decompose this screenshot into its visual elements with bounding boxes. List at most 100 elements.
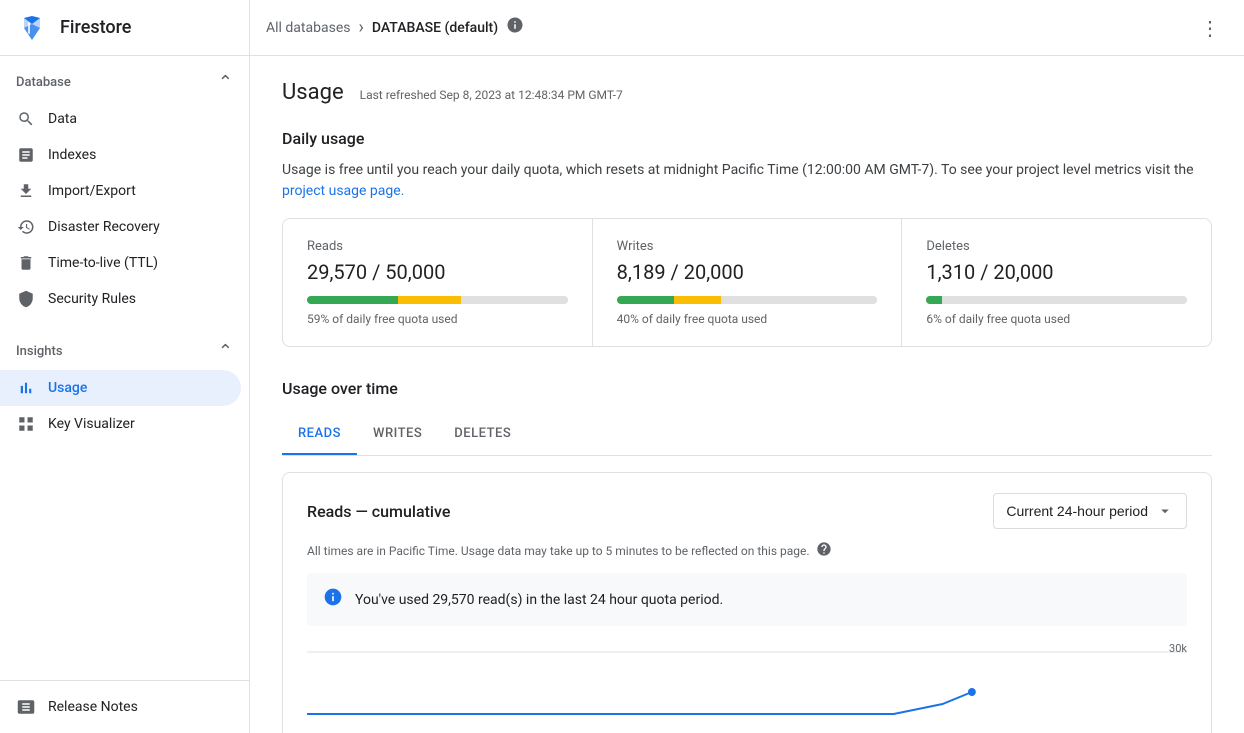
help-icon[interactable] <box>816 541 832 561</box>
database-section-header[interactable]: Database ⌃ <box>0 64 249 101</box>
chart-svg <box>307 642 1187 722</box>
period-selector-button[interactable]: Current 24-hour period <box>993 493 1187 529</box>
history-icon <box>16 217 36 237</box>
project-usage-link[interactable]: project usage page. <box>282 183 404 199</box>
sidebar-item-import-export[interactable]: Import/Export <box>0 173 241 209</box>
usage-card-deletes: Deletes 1,310 / 20,000 6% of daily free … <box>902 219 1211 346</box>
card-quota-2: 6% of daily free quota used <box>926 312 1187 326</box>
progress-bar-1 <box>617 296 878 304</box>
daily-usage-description: Usage is free until you reach your daily… <box>282 160 1212 202</box>
database-section: Database ⌃ Data Indexes Import/Export <box>0 56 249 325</box>
sidebar-item-data-label: Data <box>48 111 77 127</box>
card-value-2: 1,310 / 20,000 <box>926 260 1187 284</box>
content-area: Usage Last refreshed Sep 8, 2023 at 12:4… <box>250 56 1244 733</box>
progress-bar-0 <box>307 296 568 304</box>
search-icon <box>16 109 36 129</box>
topbar-actions: ⋮ <box>1192 8 1228 48</box>
breadcrumb-all-databases[interactable]: All databases <box>266 20 350 36</box>
progress-bar-2 <box>926 296 1187 304</box>
sidebar-item-import-export-label: Import/Export <box>48 183 136 199</box>
card-quota-0: 59% of daily free quota used <box>307 312 568 326</box>
breadcrumb-current-db: DATABASE (default) <box>372 20 498 36</box>
last-refreshed: Last refreshed Sep 8, 2023 at 12:48:34 P… <box>360 88 623 102</box>
usage-cards: Reads 29,570 / 50,000 59% of daily free … <box>282 218 1212 347</box>
database-chevron-icon: ⌃ <box>218 72 233 93</box>
main-content: All databases › DATABASE (default) ⋮ Usa… <box>250 0 1244 733</box>
sidebar-item-key-visualizer-label: Key Visualizer <box>48 416 135 432</box>
more-options-icon[interactable]: ⋮ <box>1192 8 1228 48</box>
chart-section: Reads — cumulative Current 24-hour perio… <box>282 472 1212 733</box>
insights-section: Insights ⌃ Usage Key Visualizer <box>0 325 249 450</box>
card-value-1: 8,189 / 20,000 <box>617 260 878 284</box>
database-section-label: Database <box>16 75 71 90</box>
card-label-0: Reads <box>307 239 568 254</box>
index-icon <box>16 145 36 165</box>
sidebar-item-indexes-label: Indexes <box>48 147 96 163</box>
sidebar-item-disaster-recovery-label: Disaster Recovery <box>48 219 160 235</box>
chart-header: Reads — cumulative Current 24-hour perio… <box>283 473 1211 541</box>
progress-remain-1 <box>721 296 877 304</box>
sidebar-item-key-visualizer[interactable]: Key Visualizer <box>0 406 241 442</box>
breadcrumb: All databases › DATABASE (default) <box>266 16 524 39</box>
sidebar-item-disaster-recovery[interactable]: Disaster Recovery <box>0 209 241 245</box>
daily-usage-desc-text: Usage is free until you reach your daily… <box>282 162 1194 178</box>
page-header: Usage Last refreshed Sep 8, 2023 at 12:4… <box>282 80 1212 105</box>
daily-usage-title: Daily usage <box>282 129 1212 148</box>
breadcrumb-separator: › <box>358 17 363 38</box>
app-title: Firestore <box>60 17 131 38</box>
sidebar-footer: Release Notes <box>0 680 249 733</box>
progress-remain-0 <box>461 296 568 304</box>
upload-icon <box>16 181 36 201</box>
progress-seg1-1 <box>617 296 674 304</box>
card-label-1: Writes <box>617 239 878 254</box>
chart-area: 30k <box>283 642 1211 733</box>
tab-reads[interactable]: READS <box>282 414 357 455</box>
chart-title: Reads — cumulative <box>307 502 450 521</box>
insights-section-label: Insights <box>16 344 63 359</box>
chart-subtitle: All times are in Pacific Time. Usage dat… <box>283 541 1211 573</box>
page-title: Usage <box>282 80 344 105</box>
progress-remain-2 <box>942 296 1187 304</box>
bar-chart-icon <box>16 378 36 398</box>
usage-card-writes: Writes 8,189 / 20,000 40% of daily free … <box>593 219 903 346</box>
sidebar-item-release-notes[interactable]: Release Notes <box>0 689 241 725</box>
progress-seg1-0 <box>307 296 398 304</box>
progress-seg1-2 <box>926 296 942 304</box>
sidebar-item-security-rules[interactable]: Security Rules <box>0 281 241 317</box>
usage-over-time-title: Usage over time <box>282 379 1212 398</box>
sidebar-item-indexes[interactable]: Indexes <box>0 137 241 173</box>
delete-clock-icon <box>16 253 36 273</box>
grid-icon <box>16 414 36 434</box>
chart-y-label: 30k <box>1169 642 1187 655</box>
sidebar-item-usage[interactable]: Usage <box>0 370 241 406</box>
sidebar-item-data[interactable]: Data <box>0 101 241 137</box>
info-banner-text: You've used 29,570 read(s) in the last 2… <box>355 592 723 608</box>
notes-icon <box>16 697 36 717</box>
tab-deletes[interactable]: DELETES <box>438 414 527 455</box>
info-banner-icon <box>323 587 343 612</box>
tabs-container: READSWRITESDELETES <box>282 414 1212 456</box>
topbar: All databases › DATABASE (default) ⋮ <box>250 0 1244 56</box>
shield-icon <box>16 289 36 309</box>
card-quota-1: 40% of daily free quota used <box>617 312 878 326</box>
sidebar-item-security-rules-label: Security Rules <box>48 291 136 307</box>
card-label-2: Deletes <box>926 239 1187 254</box>
period-label: Current 24-hour period <box>1006 503 1148 519</box>
db-info-icon[interactable] <box>506 16 524 39</box>
usage-card-reads: Reads 29,570 / 50,000 59% of daily free … <box>283 219 593 346</box>
sidebar-item-ttl-label: Time-to-live (TTL) <box>48 255 158 271</box>
sidebar-header: Firestore <box>0 0 249 56</box>
tab-writes[interactable]: WRITES <box>357 414 438 455</box>
app-logo <box>16 12 48 44</box>
chart-subtitle-text: All times are in Pacific Time. Usage dat… <box>307 544 810 558</box>
sidebar-item-usage-label: Usage <box>48 380 87 396</box>
sidebar-item-ttl[interactable]: Time-to-live (TTL) <box>0 245 241 281</box>
sidebar-item-release-notes-label: Release Notes <box>48 699 138 715</box>
insights-chevron-icon: ⌃ <box>218 341 233 362</box>
progress-seg2-0 <box>398 296 461 304</box>
info-banner: You've used 29,570 read(s) in the last 2… <box>307 573 1187 626</box>
sidebar: Firestore Database ⌃ Data Indexes Import… <box>0 0 250 733</box>
insights-section-header[interactable]: Insights ⌃ <box>0 333 249 370</box>
card-value-0: 29,570 / 50,000 <box>307 260 568 284</box>
progress-seg2-1 <box>674 296 721 304</box>
